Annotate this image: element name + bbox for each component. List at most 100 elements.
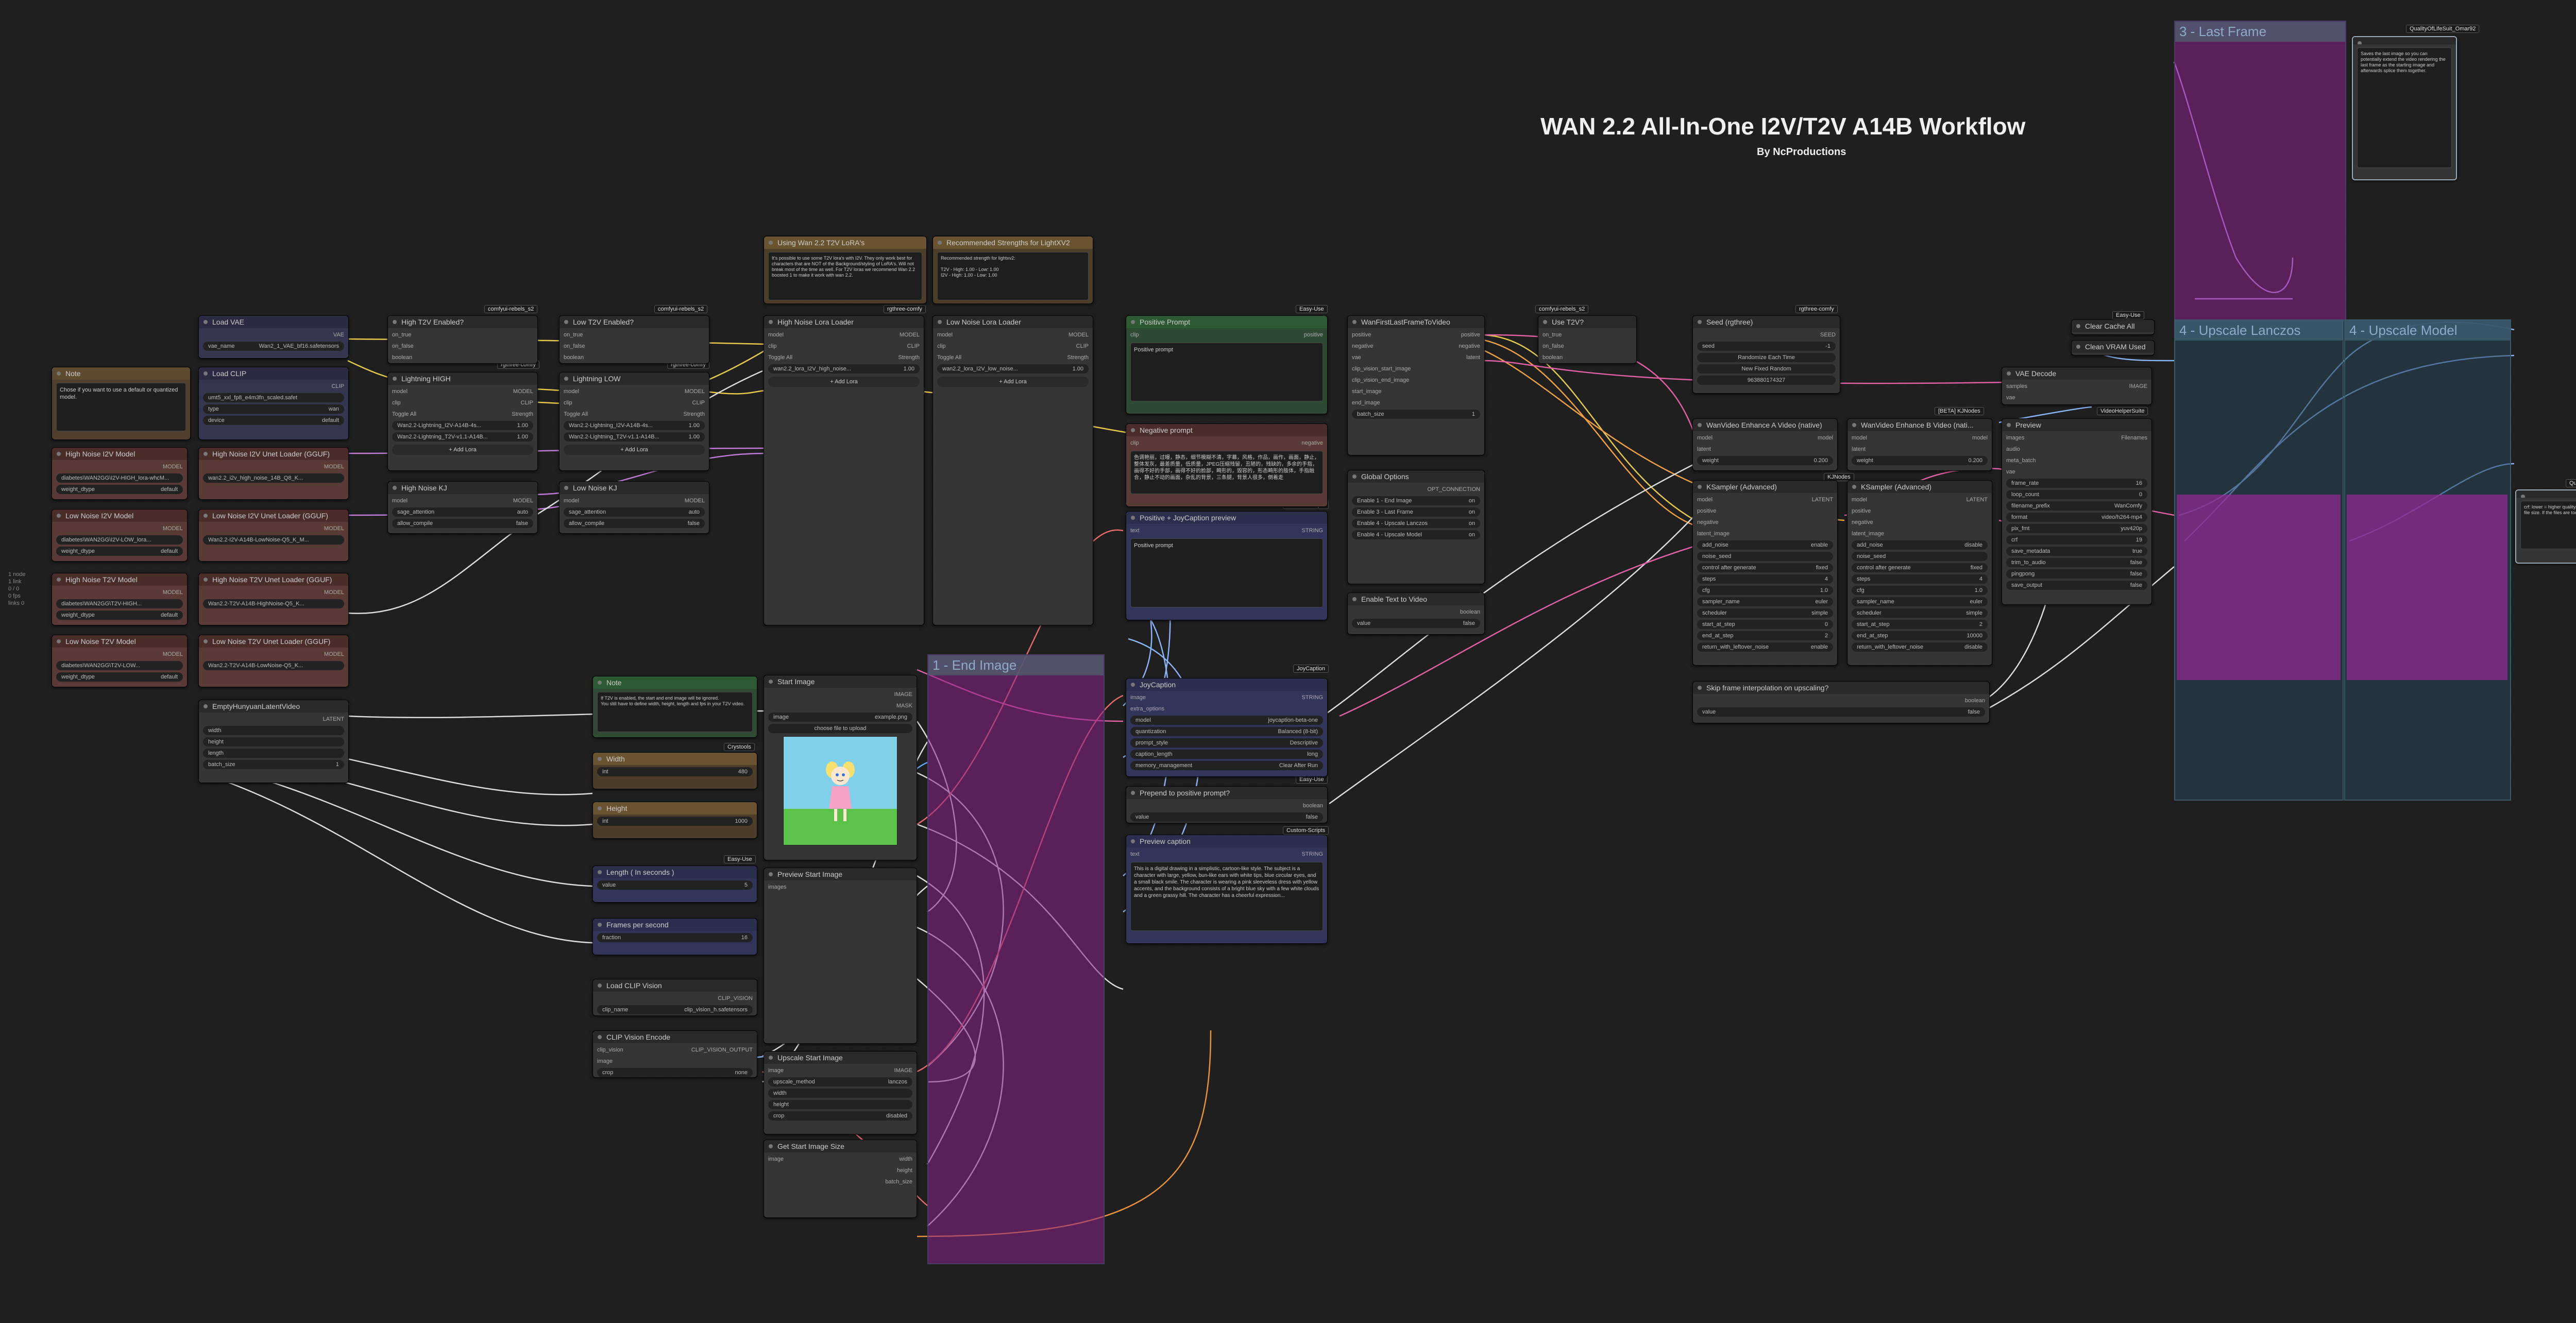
low-noise-i2v-model-node[interactable]: Low Noise I2V Model MODEL diabetes\WAN2G… bbox=[52, 509, 188, 562]
toggle-all-row[interactable]: Toggle All Strength bbox=[392, 410, 533, 419]
model-widget[interactable]: diabetes\WAN2GG\T2V-LOW... bbox=[56, 661, 183, 670]
seed-widget[interactable]: seed -1 bbox=[1697, 342, 1836, 351]
lora-row[interactable]: Wan2.2-Lightning_I2V-A14B-4s... 1.00 bbox=[392, 421, 533, 430]
input-on-true[interactable]: on_true bbox=[392, 330, 533, 340]
crop-widget[interactable]: crop none bbox=[597, 1068, 753, 1077]
control-widget[interactable]: control after generate fixed bbox=[1697, 563, 1833, 572]
note-text[interactable]: Chose if you want to use a default or qu… bbox=[56, 383, 186, 431]
clean-vram-node[interactable]: Clean VRAM Used bbox=[2071, 340, 2155, 355]
filename-prefix-widget[interactable]: filename_prefix WanComfy bbox=[2006, 501, 2147, 511]
compile-widget[interactable]: allow_compile false bbox=[392, 519, 533, 528]
trim-audio-widget[interactable]: trim_to_audio false bbox=[2006, 558, 2147, 567]
positive-prompt-text[interactable]: Positive prompt bbox=[1130, 343, 1323, 401]
start-step-widget[interactable]: start_at_step 0 bbox=[1697, 620, 1833, 629]
quantization-widget[interactable]: quantization Balanced (8-bit) bbox=[1130, 727, 1323, 736]
skip-interpolation-node[interactable]: Skip frame interpolation on upscaling? b… bbox=[1692, 681, 1990, 723]
format-widget[interactable]: format video/h264-mp4 bbox=[2006, 513, 2147, 522]
crf-note[interactable]: crf: lower = higher quality/less compres… bbox=[2515, 489, 2576, 564]
input-on-false[interactable]: on_false bbox=[564, 342, 705, 351]
cfg-widget[interactable]: cfg 1.0 bbox=[1852, 586, 1988, 595]
prepend-prompt-node[interactable]: Prepend to positive prompt? boolean valu… bbox=[1126, 786, 1328, 823]
joycaption-node[interactable]: JoyCaption image STRING extra_options mod… bbox=[1126, 678, 1328, 777]
noise-seed-widget[interactable]: noise_seed bbox=[1852, 552, 1988, 561]
steps-widget[interactable]: steps 4 bbox=[1697, 574, 1833, 584]
fps-node[interactable]: Frames per second fraction 16 bbox=[592, 918, 757, 955]
add-noise-widget[interactable]: add_noise disable bbox=[1852, 540, 1988, 550]
unet-widget[interactable]: Wan2.2-T2V-A14B-LowNoise-Q5_K... bbox=[203, 661, 344, 670]
add-lora-button[interactable]: + Add Lora bbox=[392, 445, 533, 455]
last-seed-button[interactable]: 963880174327 bbox=[1697, 376, 1836, 385]
pingpong-widget[interactable]: pingpong false bbox=[2006, 569, 2147, 579]
input-row[interactable]: negative negative bbox=[1352, 342, 1480, 351]
input-boolean[interactable]: boolean bbox=[1543, 353, 1632, 362]
note-text[interactable]: It's possible to use some T2V lora's wit… bbox=[768, 252, 922, 300]
empty-latent-node[interactable]: EmptyHunyuanLatentVideo LATENT width hei… bbox=[198, 700, 349, 783]
note-start-node[interactable]: Note If T2V is enabled, the start and en… bbox=[592, 676, 757, 738]
high-noise-i2v-model-node[interactable]: High Noise I2V Model MODEL diabetes\WAN2… bbox=[52, 447, 188, 500]
model-widget[interactable]: diabetes\WAN2GG\T2V-HIGH... bbox=[56, 599, 183, 608]
load-clip-vision-node[interactable]: Load CLIP Vision CLIP_VISION clip_name cl… bbox=[592, 979, 757, 1016]
using-wan-lora-note[interactable]: Using Wan 2.2 T2V LoRA's It's possible t… bbox=[764, 236, 927, 304]
height-value[interactable]: int 1000 bbox=[597, 817, 753, 826]
enable-upscale-model-toggle[interactable]: Enable 4 - Upscale Model on bbox=[1352, 530, 1480, 539]
randomize-button[interactable]: Randomize Each Time bbox=[1697, 353, 1836, 362]
output-model[interactable]: MODEL bbox=[56, 524, 183, 533]
note-left-node[interactable]: Note Chose if you want to use a default … bbox=[52, 367, 191, 440]
input-boolean[interactable]: boolean bbox=[564, 353, 705, 362]
noise-seed-widget[interactable]: noise_seed bbox=[1697, 552, 1833, 561]
lora-row[interactable]: wan2.2_lora_I2V_low_noise... 1.00 bbox=[937, 364, 1089, 374]
add-lora-button[interactable]: + Add Lora bbox=[937, 377, 1089, 387]
wan-first-last-frame-node[interactable]: WanFirstLastFrameToVideo positive positiv… bbox=[1347, 315, 1485, 455]
recommended-strengths-note[interactable]: Recommended Strengths for LightXV2 Recom… bbox=[933, 236, 1093, 304]
input-on-false[interactable]: on_false bbox=[1543, 342, 1632, 351]
batch-size-widget[interactable]: batch_size 1 bbox=[1352, 410, 1480, 419]
unet-widget[interactable]: wan2.2_i2v_high_noise_14B_Q8_K... bbox=[203, 473, 344, 483]
output-model[interactable]: MODEL bbox=[203, 524, 344, 533]
input-on-true[interactable]: on_true bbox=[564, 330, 705, 340]
seed-node[interactable]: Seed (rgthree) SEED seed -1 Randomize Eac… bbox=[1692, 315, 1840, 394]
length-node[interactable]: Length ( In seconds ) value 5 bbox=[592, 866, 757, 903]
height-node[interactable]: Height int 1000 bbox=[592, 802, 757, 839]
memory-widget[interactable]: memory_management Clear After Run bbox=[1130, 761, 1323, 770]
note-text[interactable]: Saves the last image so you can potentia… bbox=[2357, 47, 2452, 168]
length-value[interactable]: value 5 bbox=[597, 880, 753, 890]
input-row[interactable]: positive positive bbox=[1352, 330, 1480, 340]
last-frame-note[interactable]: Saves the last image so you can potentia… bbox=[2352, 36, 2457, 180]
toggle-all-row[interactable]: Toggle All Strength bbox=[564, 410, 705, 419]
high-t2v-enabled-node[interactable]: High T2V Enabled? on_true on_false boole… bbox=[387, 315, 538, 364]
scheduler-widget[interactable]: scheduler simple bbox=[1852, 608, 1988, 618]
output-clip[interactable]: CLIP bbox=[203, 382, 344, 391]
caption-length-widget[interactable]: caption_length long bbox=[1130, 750, 1323, 759]
output-model[interactable]: MODEL bbox=[203, 650, 344, 659]
note-text[interactable]: If T2V is enabled, the start and end ima… bbox=[597, 692, 753, 732]
note-text[interactable]: Recommended strength for lightxv2: T2V -… bbox=[937, 252, 1089, 300]
sage-widget[interactable]: sage_attention auto bbox=[392, 507, 533, 517]
end-step-widget[interactable]: end_at_step 2 bbox=[1697, 631, 1833, 640]
positive-joycaption-node[interactable]: Positive + JoyCaption preview text STRING… bbox=[1126, 511, 1328, 620]
fps-value[interactable]: fraction 16 bbox=[597, 933, 753, 942]
input-on-false[interactable]: on_false bbox=[392, 342, 533, 351]
lora-row[interactable]: Wan2.2-Lightning_I2V-A14B-4s... 1.00 bbox=[564, 421, 705, 430]
unet-widget[interactable]: Wan2.2-T2V-A14B-HighNoise-Q5_K... bbox=[203, 599, 344, 608]
high-noise-lora-loader-node[interactable]: High Noise Lora Loader model MODEL clip CL… bbox=[764, 315, 924, 625]
preview-video-node[interactable]: Preview images Filenames audio meta_batch… bbox=[2002, 418, 2152, 605]
vae-name-widget[interactable]: vae_name Wan2_1_VAE_bf16.safetensors bbox=[203, 342, 344, 351]
global-options-node[interactable]: Global Options OPT_CONNECTION Enable 1 -… bbox=[1347, 470, 1485, 584]
skip-toggle[interactable]: value false bbox=[1697, 707, 1985, 717]
clip-vision-name[interactable]: clip_name clip_vision_h.safetensors bbox=[597, 1005, 753, 1014]
width-value[interactable]: int 480 bbox=[597, 767, 753, 776]
vae-decode-node[interactable]: VAE Decode samples IMAGE vae bbox=[2002, 367, 2152, 405]
start-step-widget[interactable]: start_at_step 2 bbox=[1852, 620, 1988, 629]
width-widget[interactable]: width bbox=[203, 726, 344, 735]
low-noise-lora-loader-node[interactable]: Low Noise Lora Loader model MODEL clip CLI… bbox=[933, 315, 1093, 625]
upload-button[interactable]: choose file to upload bbox=[768, 724, 912, 733]
ksampler-a-node[interactable]: KSampler (Advanced) model LATENT positive… bbox=[1692, 480, 1838, 666]
leftover-widget[interactable]: return_with_leftover_noise disable bbox=[1852, 642, 1988, 652]
add-lora-button[interactable]: + Add Lora bbox=[564, 445, 705, 455]
input-boolean[interactable]: boolean bbox=[392, 353, 533, 362]
prompt-style-widget[interactable]: prompt_style Descriptive bbox=[1130, 738, 1323, 748]
add-lora-button[interactable]: + Add Lora bbox=[768, 377, 920, 387]
group-end-image[interactable]: 1 - End Image bbox=[927, 654, 1105, 1264]
lora-row[interactable]: Wan2.2-Lightning_T2V-v1.1-A14B... 1.00 bbox=[564, 432, 705, 442]
preview-start-image-node[interactable]: Preview Start Image images bbox=[764, 868, 917, 1044]
